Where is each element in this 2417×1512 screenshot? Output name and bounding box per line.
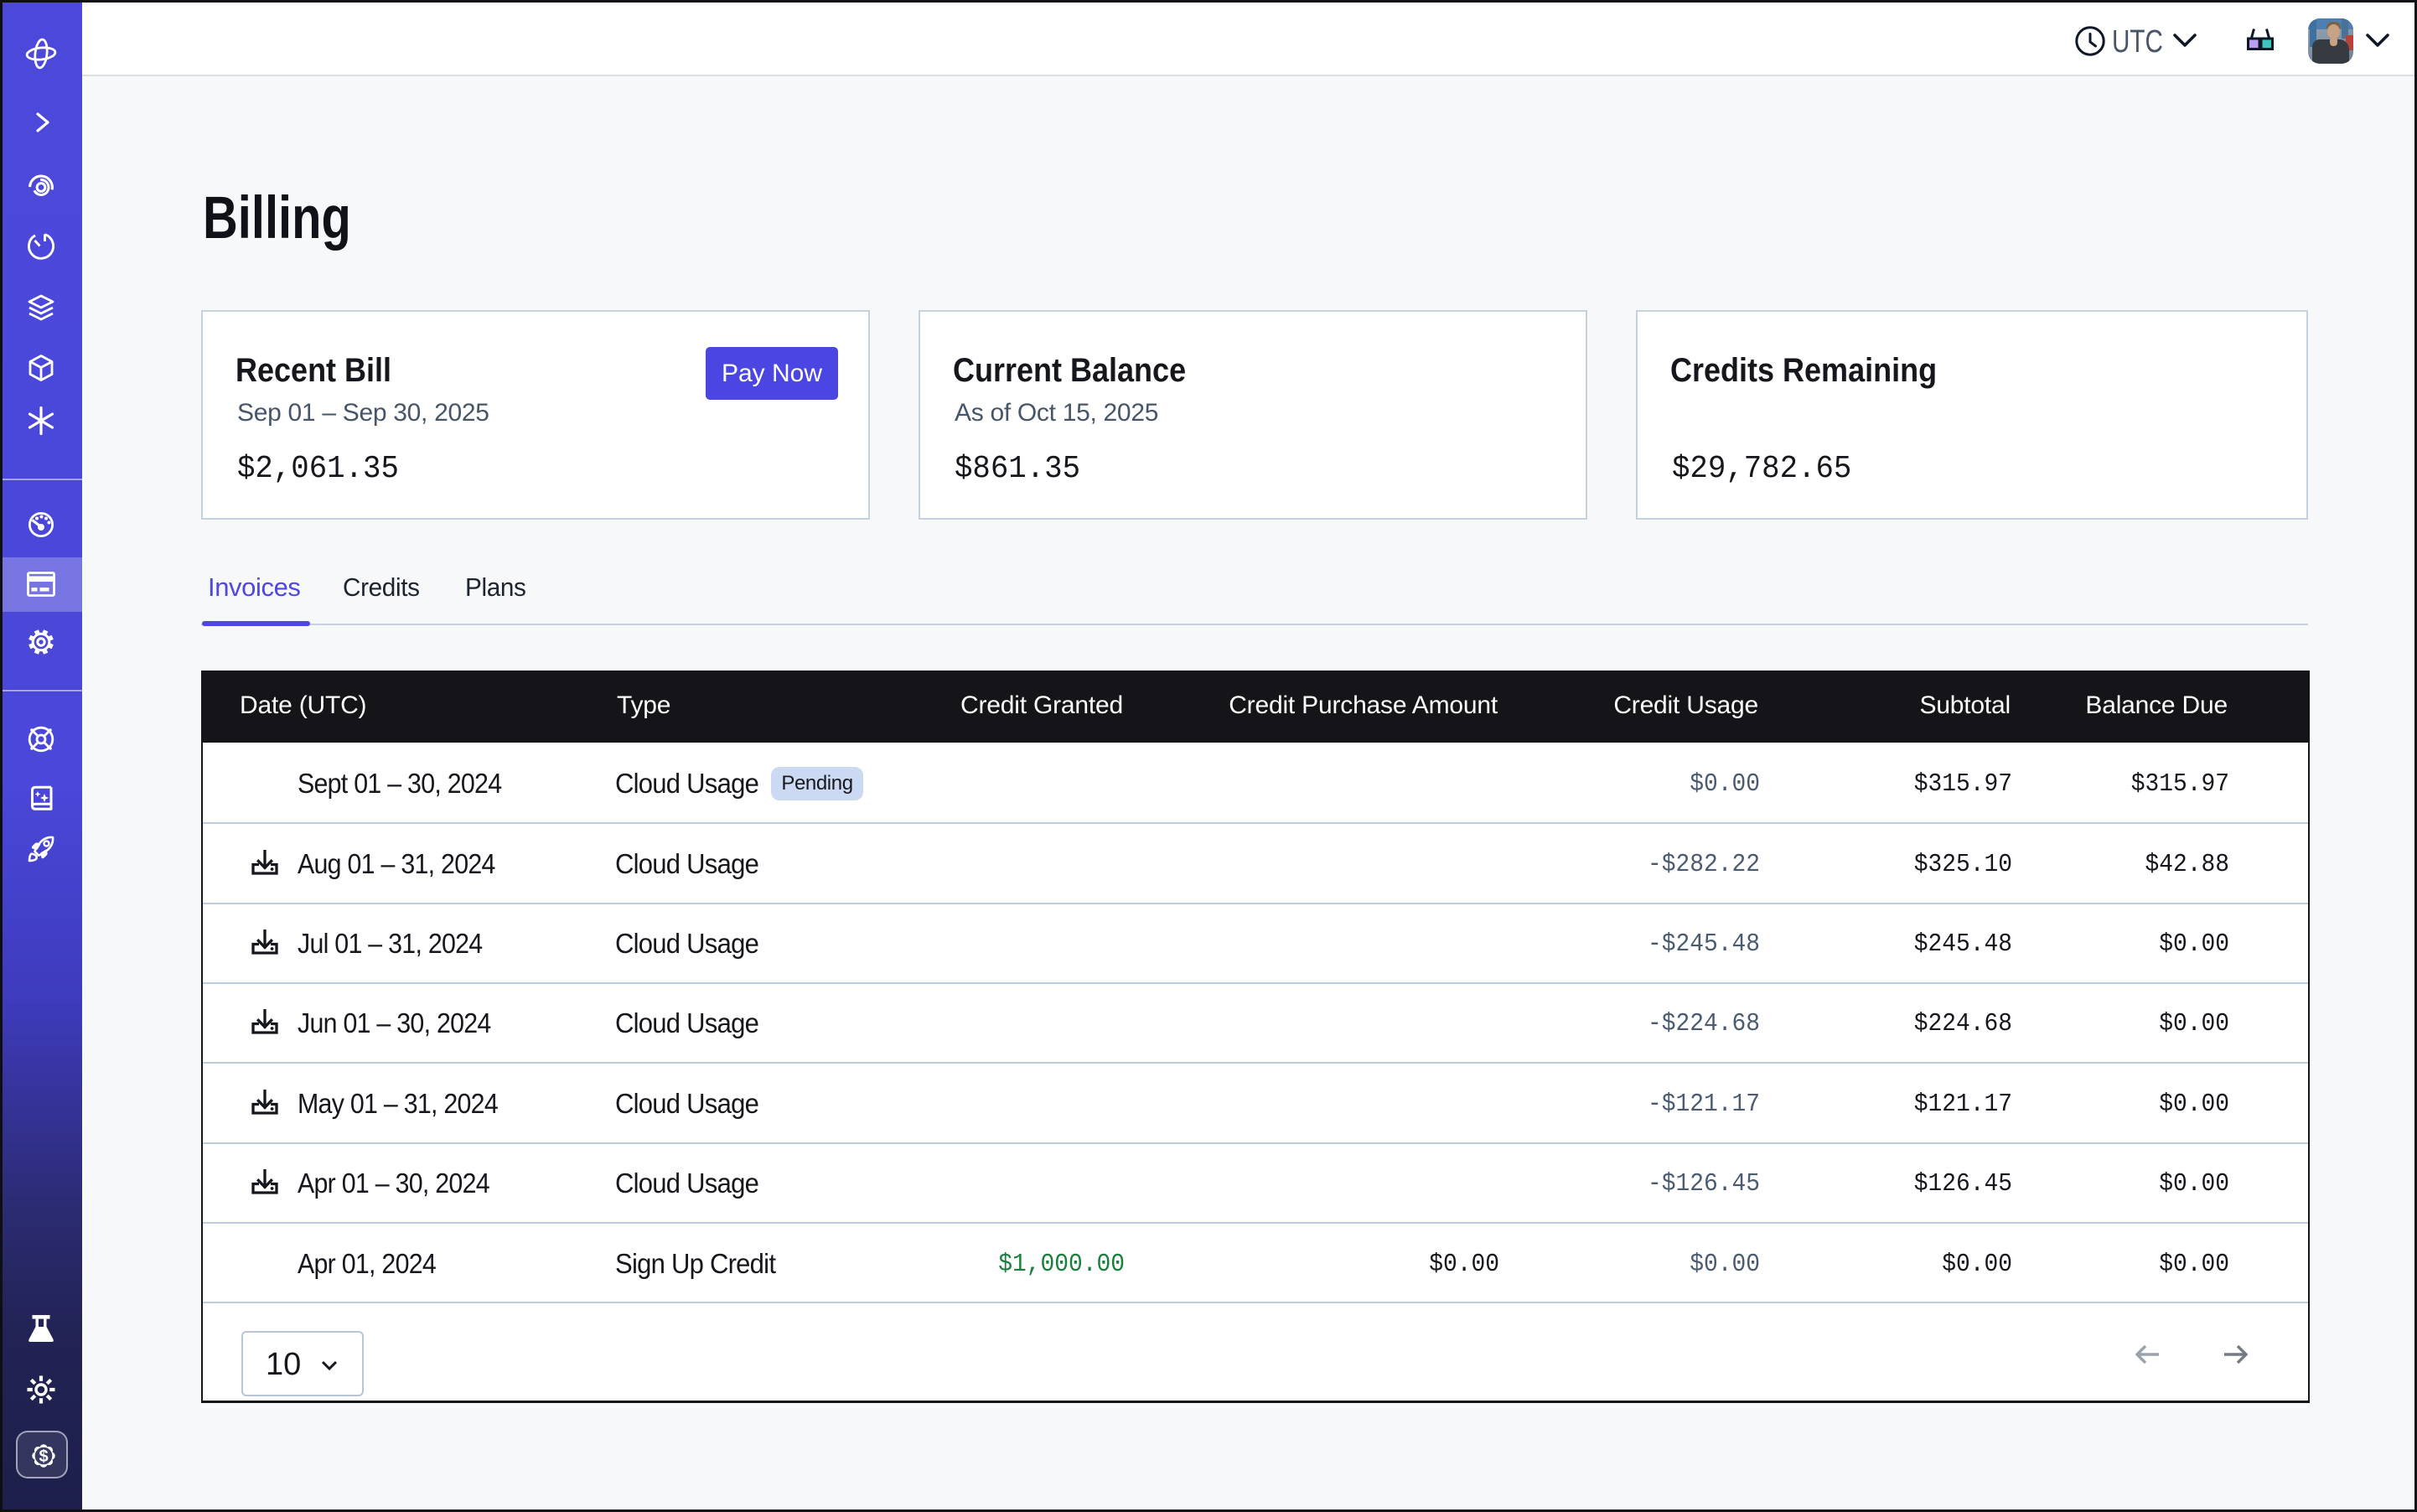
- svg-text:$: $: [39, 1447, 48, 1466]
